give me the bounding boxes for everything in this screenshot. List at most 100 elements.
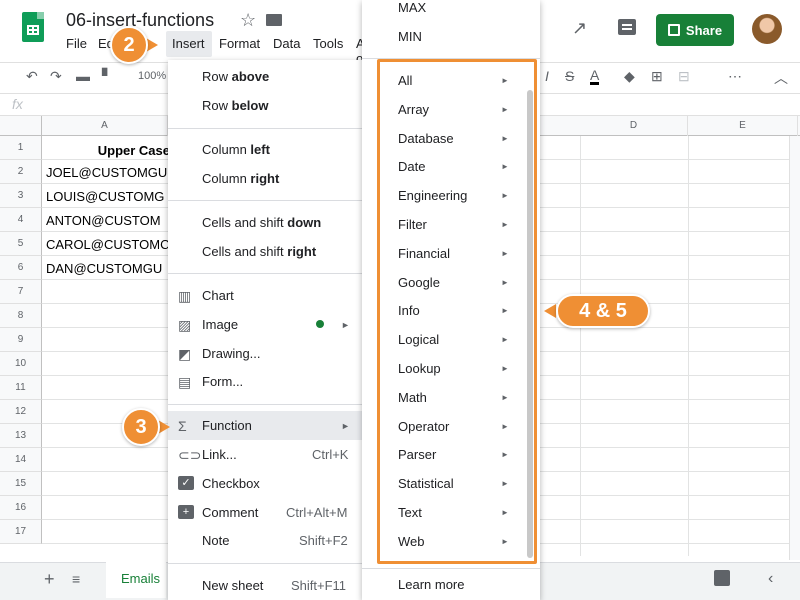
new-sheet-shortcut: Shift+F11 bbox=[291, 578, 347, 593]
column-header-d[interactable]: D bbox=[580, 116, 688, 136]
select-all-corner[interactable] bbox=[0, 116, 42, 136]
chevron-left-icon[interactable]: ‹ bbox=[768, 570, 773, 588]
menu-text: Cells and shift bbox=[202, 215, 288, 230]
document-title[interactable]: 06-insert-functions bbox=[66, 10, 214, 31]
insert-column-left[interactable]: Column left bbox=[202, 142, 270, 157]
drawing-icon: ◩ bbox=[178, 346, 192, 362]
row-header[interactable]: 2 bbox=[0, 160, 42, 184]
column-header-a[interactable]: A bbox=[42, 116, 168, 136]
menu-file[interactable]: File bbox=[66, 36, 87, 51]
function-min[interactable]: MIN bbox=[398, 29, 422, 44]
sheet-list-icon[interactable]: ≡ bbox=[72, 571, 80, 587]
cell-a1[interactable]: Upper Case bbox=[46, 139, 170, 163]
row-header[interactable]: 4 bbox=[0, 208, 42, 232]
row-header[interactable]: 10 bbox=[0, 352, 42, 376]
comment-history-icon[interactable] bbox=[618, 19, 636, 35]
comment-shortcut: Ctrl+Alt+M bbox=[286, 505, 348, 520]
function-max[interactable]: MAX bbox=[398, 0, 426, 15]
menu-tools[interactable]: Tools bbox=[313, 36, 343, 51]
row-header[interactable]: 6 bbox=[0, 256, 42, 280]
learn-more-link[interactable]: Learn more bbox=[398, 577, 464, 592]
strikethrough-icon[interactable]: S bbox=[565, 68, 574, 84]
explore-icon[interactable] bbox=[714, 570, 730, 586]
menu-text-bold: down bbox=[287, 215, 322, 230]
row-header[interactable]: 13 bbox=[0, 424, 42, 448]
cell-a3[interactable]: LOUIS@CUSTOMG bbox=[46, 185, 168, 209]
new-feature-dot-icon bbox=[316, 320, 324, 328]
menu-separator bbox=[168, 273, 362, 274]
insert-function[interactable]: Function bbox=[202, 418, 252, 433]
insert-cells-shift-right[interactable]: Cells and shift right bbox=[202, 244, 316, 259]
row-header[interactable]: 9 bbox=[0, 328, 42, 352]
italic-icon[interactable]: I bbox=[545, 68, 549, 84]
fx-icon: fx bbox=[12, 96, 23, 112]
link-shortcut: Ctrl+K bbox=[312, 447, 349, 462]
zoom-select[interactable]: 100% bbox=[138, 70, 166, 82]
more-icon[interactable]: ⋯ bbox=[728, 68, 742, 85]
text-color-icon[interactable]: A bbox=[590, 68, 600, 85]
sheets-logo-icon[interactable] bbox=[22, 12, 44, 42]
menu-format[interactable]: Format bbox=[219, 36, 260, 51]
undo-icon[interactable]: ↶ bbox=[26, 68, 38, 85]
row-header[interactable]: 3 bbox=[0, 184, 42, 208]
avatar[interactable] bbox=[752, 14, 782, 44]
menu-text: Row bbox=[202, 98, 232, 113]
cell-a5[interactable]: CAROL@CUSTOMC bbox=[46, 233, 168, 257]
fill-color-icon[interactable]: ◆ bbox=[624, 68, 635, 85]
folder-icon[interactable] bbox=[266, 14, 282, 26]
vertical-scrollbar[interactable] bbox=[789, 136, 800, 560]
insert-row-above[interactable]: Row above bbox=[202, 69, 269, 84]
menu-insert[interactable]: Insert bbox=[172, 36, 205, 51]
merge-cells-icon[interactable]: ⊟ bbox=[678, 68, 690, 85]
menu-data[interactable]: Data bbox=[273, 36, 300, 51]
form-icon: ▤ bbox=[178, 374, 192, 390]
row-header[interactable]: 12 bbox=[0, 400, 42, 424]
insert-image[interactable]: Image bbox=[202, 317, 238, 332]
insert-note[interactable]: Note bbox=[202, 533, 229, 548]
cell-a6[interactable]: DAN@CUSTOMGU bbox=[46, 257, 168, 281]
row-header[interactable]: 14 bbox=[0, 448, 42, 472]
insert-drawing[interactable]: Drawing... bbox=[202, 346, 261, 361]
row-header[interactable]: 5 bbox=[0, 232, 42, 256]
borders-icon[interactable]: ⊞ bbox=[651, 68, 663, 85]
column-divider bbox=[688, 136, 689, 556]
row-header[interactable]: 1 bbox=[0, 136, 42, 160]
insert-link[interactable]: Link... bbox=[202, 447, 237, 462]
chart-icon: ▥ bbox=[178, 288, 192, 304]
menu-separator bbox=[168, 128, 362, 129]
menu-text-bold: right bbox=[250, 171, 280, 186]
cell-a4[interactable]: ANTON@CUSTOM bbox=[46, 209, 168, 233]
star-icon[interactable]: ☆ bbox=[240, 10, 256, 31]
insert-checkbox[interactable]: Checkbox bbox=[202, 476, 260, 491]
redo-icon[interactable]: ↷ bbox=[50, 68, 62, 85]
share-button[interactable]: Share bbox=[656, 14, 734, 46]
insert-column-right[interactable]: Column right bbox=[202, 171, 279, 186]
cell-a2[interactable]: JOEL@CUSTOMGU bbox=[46, 161, 168, 185]
row-header[interactable]: 11 bbox=[0, 376, 42, 400]
insert-row-below[interactable]: Row below bbox=[202, 98, 268, 113]
insert-cells-shift-down[interactable]: Cells and shift down bbox=[202, 215, 321, 230]
column-header-e[interactable]: E bbox=[688, 116, 798, 136]
print-icon[interactable]: ▬ bbox=[76, 68, 90, 84]
paint-format-icon[interactable]: ▘ bbox=[102, 68, 113, 85]
row-header[interactable]: 15 bbox=[0, 472, 42, 496]
activity-trend-icon[interactable]: ↗ bbox=[572, 18, 587, 39]
insert-comment[interactable]: Comment bbox=[202, 505, 258, 520]
sheet-tab-emails[interactable]: Emails bbox=[106, 562, 166, 598]
insert-form[interactable]: Form... bbox=[202, 374, 243, 389]
column-divider bbox=[580, 136, 581, 556]
chevron-up-icon[interactable]: ︿ bbox=[774, 68, 788, 88]
link-icon: ⊂⊃ bbox=[178, 447, 202, 463]
submenu-arrow-icon: ► bbox=[341, 320, 350, 330]
image-icon: ▨ bbox=[178, 317, 192, 333]
submenu-arrow-icon: ► bbox=[341, 421, 350, 431]
add-sheet-icon[interactable]: + bbox=[44, 569, 55, 590]
insert-chart[interactable]: Chart bbox=[202, 288, 234, 303]
menu-text-bold: below bbox=[231, 98, 269, 113]
insert-new-sheet[interactable]: New sheet bbox=[202, 578, 263, 593]
row-header[interactable]: 8 bbox=[0, 304, 42, 328]
row-header[interactable]: 16 bbox=[0, 496, 42, 520]
row-header[interactable]: 7 bbox=[0, 280, 42, 304]
row-header[interactable]: 17 bbox=[0, 520, 42, 544]
menu-text: Column bbox=[202, 142, 251, 157]
